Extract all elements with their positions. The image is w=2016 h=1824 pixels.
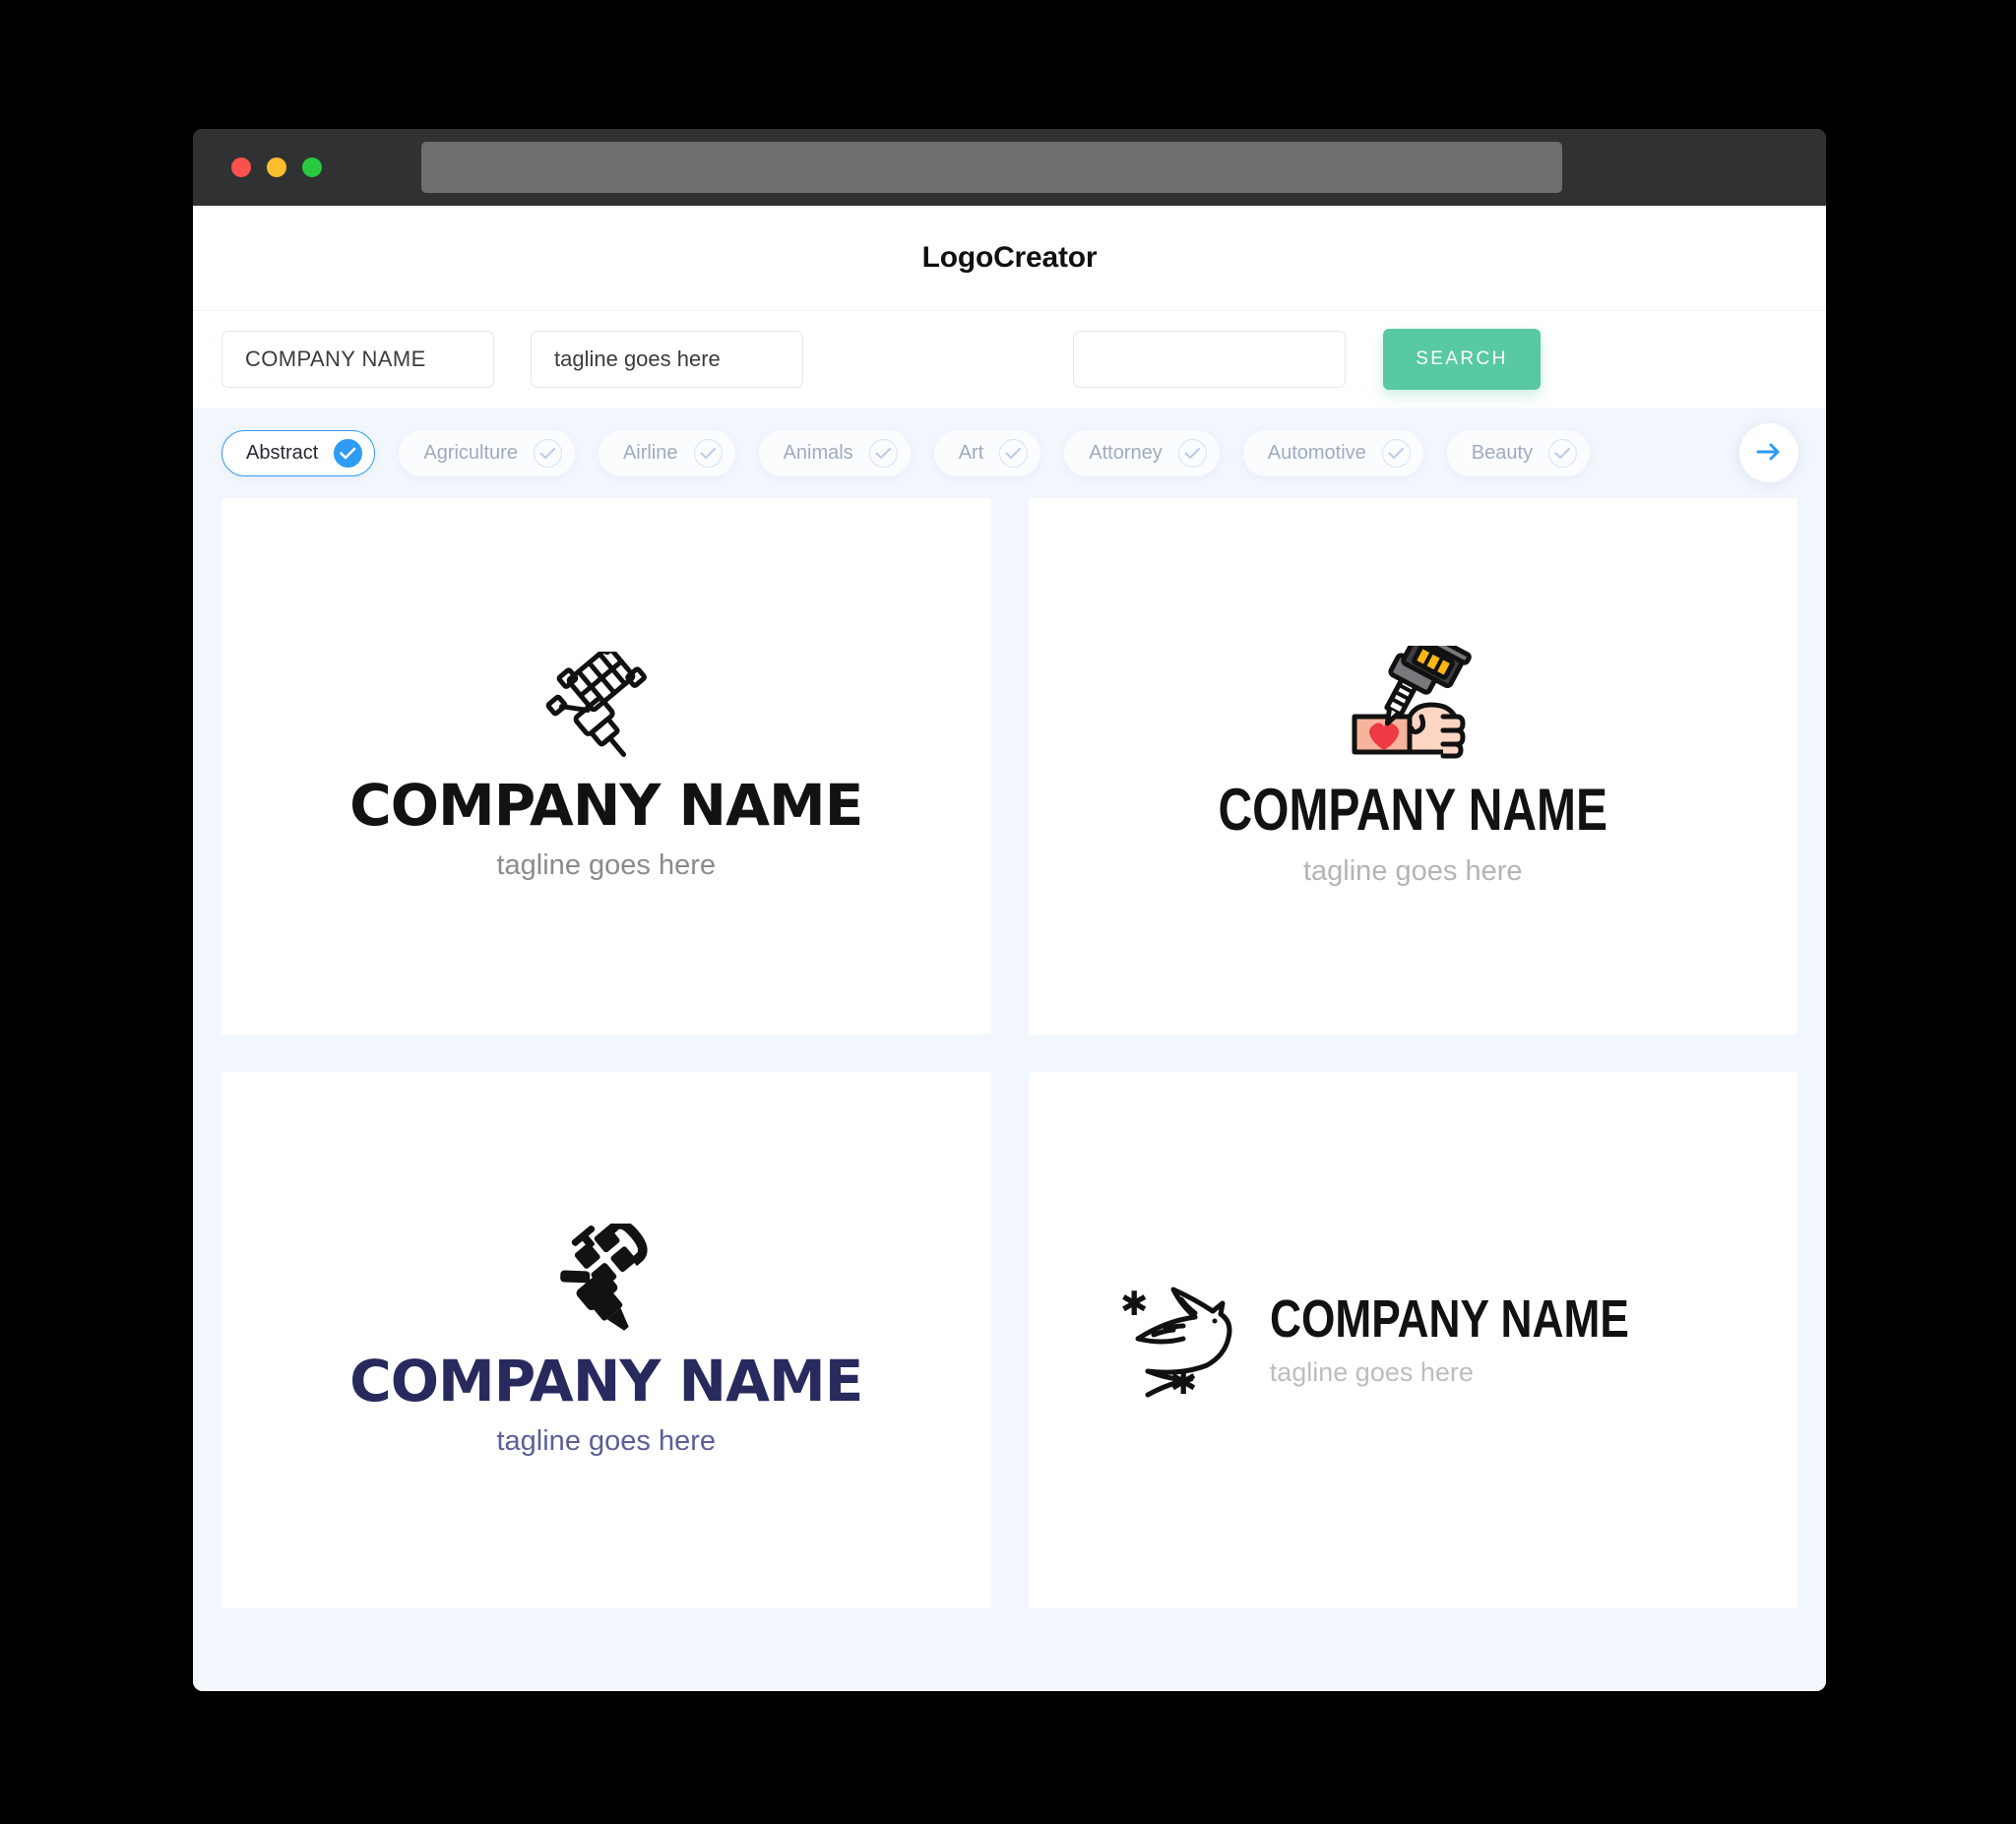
check-icon	[1177, 438, 1207, 468]
minimize-window-button[interactable]	[267, 157, 286, 177]
category-chip-airline[interactable]: Airline	[598, 429, 735, 476]
logo-result-card[interactable]: ✱ ✱ COMPANY NAME tagline goes here	[1028, 1072, 1797, 1608]
svg-text:✱: ✱	[1120, 1285, 1149, 1324]
browser-titlebar	[193, 129, 1826, 206]
hand-tattoo-heart-color-icon	[1349, 625, 1477, 767]
maximize-window-button[interactable]	[302, 157, 322, 177]
logo-result-card[interactable]: COMPANY NAME tagline goes here	[1028, 498, 1797, 1035]
arrow-right-icon	[1754, 440, 1784, 467]
app-header: LogoCreator	[193, 206, 1826, 310]
category-chip-label: Airline	[622, 441, 678, 464]
logo-lockup: COMPANY NAME tagline goes here	[1169, 625, 1656, 888]
tagline-input[interactable]: tagline goes here	[531, 331, 803, 388]
check-icon	[1548, 438, 1578, 468]
logo-lockup: ✱ ✱ COMPANY NAME tagline goes here	[1118, 1278, 1708, 1403]
logo-results-grid: COMPANY NAME tagline goes here COMPANY N…	[193, 498, 1826, 1691]
category-chip-beauty[interactable]: Beauty	[1446, 429, 1591, 476]
category-chip-label: Abstract	[246, 441, 319, 464]
next-categories-button[interactable]	[1739, 423, 1798, 482]
category-chip-label: Automotive	[1267, 441, 1366, 464]
logo-textblock: COMPANY NAME tagline goes here	[1270, 1292, 1708, 1388]
category-chip-label: Art	[958, 441, 984, 464]
category-chip-label: Beauty	[1471, 441, 1534, 464]
check-icon	[868, 438, 898, 468]
logo-company-name: COMPANY NAME	[349, 1347, 863, 1415]
close-window-button[interactable]	[231, 157, 251, 177]
category-chip-label: Attorney	[1089, 441, 1163, 464]
search-button[interactable]: SEARCH	[1383, 329, 1541, 390]
logo-company-name: COMPANY NAME	[1218, 776, 1608, 843]
category-filter-bar: Abstract Agriculture Airline Animals Art	[193, 408, 1826, 498]
logo-company-name: COMPANY NAME	[349, 771, 863, 839]
company-name-input[interactable]: COMPANY NAME	[221, 331, 494, 388]
logo-tagline: tagline goes here	[1269, 1357, 1474, 1387]
category-chip-attorney[interactable]: Attorney	[1064, 429, 1220, 476]
check-icon	[693, 438, 723, 468]
traffic-light-buttons	[231, 157, 322, 177]
category-chip-animals[interactable]: Animals	[758, 429, 911, 476]
logo-tagline: tagline goes here	[1302, 854, 1523, 887]
category-chip-label: Animals	[783, 441, 853, 464]
tattoo-machine-solid-icon	[543, 1219, 669, 1339]
logo-tagline: tagline goes here	[496, 849, 716, 881]
address-bar[interactable]	[421, 142, 1562, 193]
category-chip-abstract[interactable]: Abstract	[221, 429, 376, 476]
app-title: LogoCreator	[921, 241, 1098, 274]
logo-result-card[interactable]: COMPANY NAME tagline goes here	[221, 498, 991, 1035]
logo-company-name: COMPANY NAME	[1269, 1289, 1629, 1349]
browser-window: LogoCreator COMPANY NAME tagline goes he…	[193, 129, 1826, 1691]
logo-result-card[interactable]: COMPANY NAME tagline goes here	[221, 1072, 991, 1608]
category-chip-label: Agriculture	[423, 441, 518, 464]
check-icon	[334, 438, 363, 468]
category-chip-art[interactable]: Art	[933, 429, 1041, 476]
logo-lockup: COMPANY NAME tagline goes here	[349, 633, 863, 882]
check-icon	[533, 438, 562, 468]
search-toolbar: COMPANY NAME tagline goes here SEARCH	[193, 310, 1826, 408]
category-chip-agriculture[interactable]: Agriculture	[399, 429, 575, 476]
category-chip-automotive[interactable]: Automotive	[1242, 429, 1423, 476]
swallow-bird-outline-icon: ✱ ✱	[1118, 1278, 1240, 1403]
svg-text:✱: ✱	[1169, 1363, 1198, 1398]
check-icon	[1381, 438, 1411, 468]
tattoo-machine-outline-icon	[543, 633, 669, 763]
logo-lockup: COMPANY NAME tagline goes here	[349, 1219, 863, 1458]
check-icon	[999, 438, 1029, 468]
logo-tagline: tagline goes here	[496, 1424, 716, 1457]
keyword-input[interactable]	[1073, 331, 1346, 388]
